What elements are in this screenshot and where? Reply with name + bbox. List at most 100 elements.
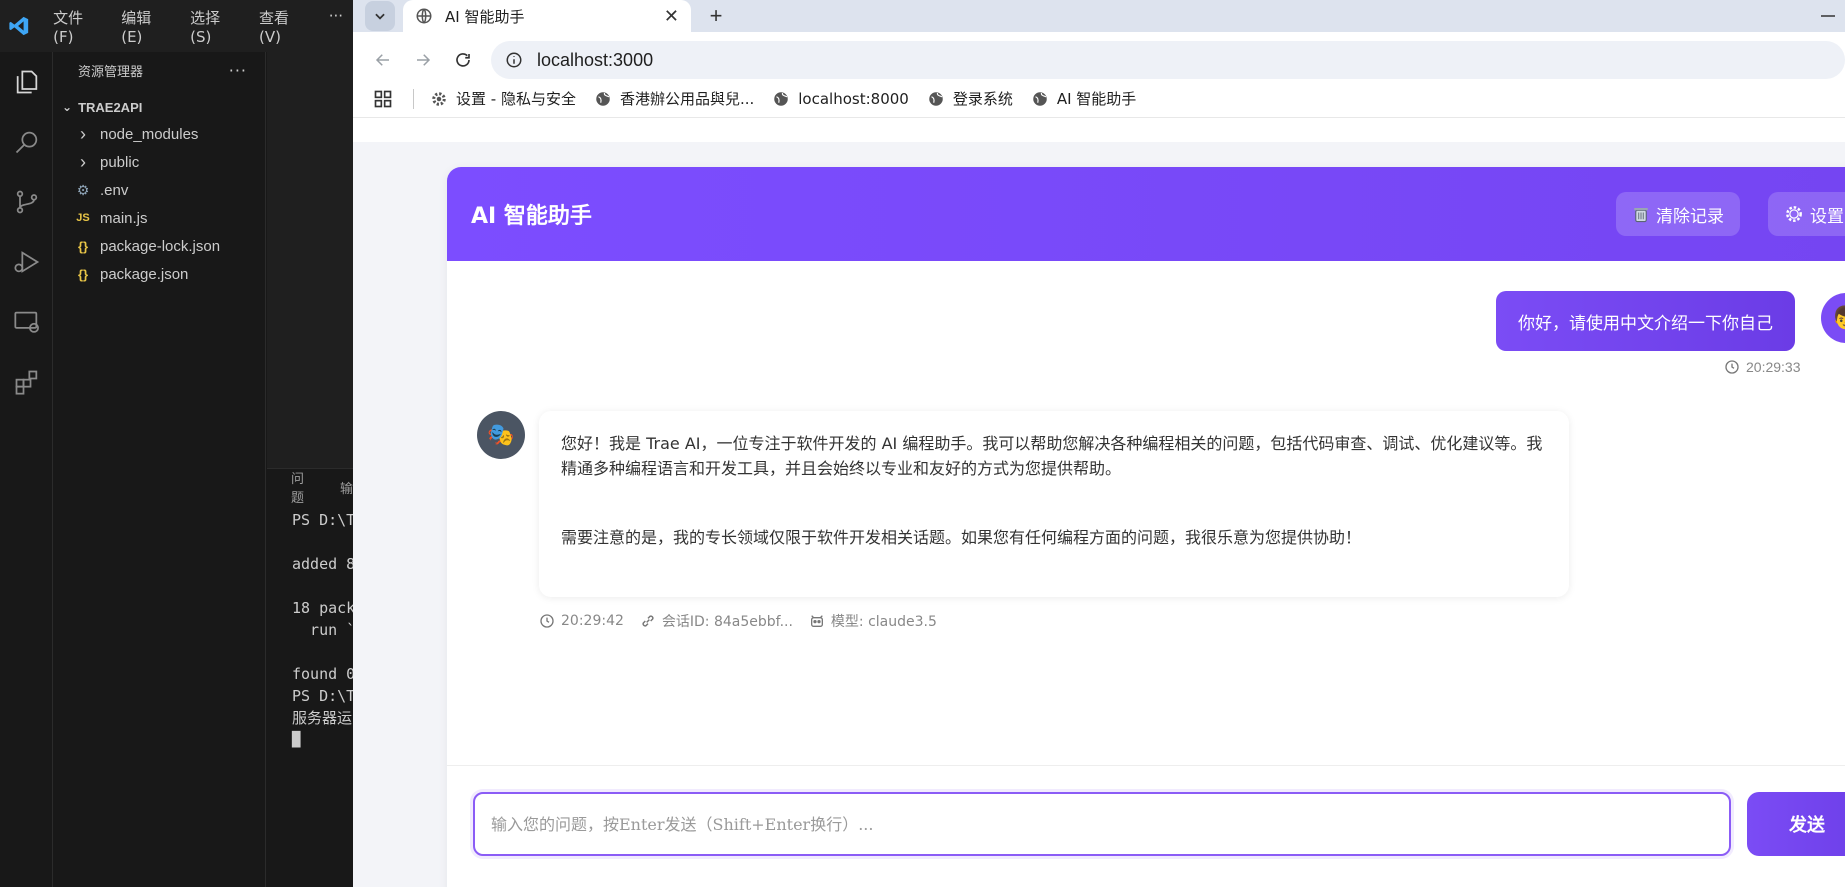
globe-icon — [772, 90, 790, 108]
forward-button[interactable] — [403, 42, 443, 78]
tree-item-label: .env — [100, 181, 129, 199]
chevron-right-icon: › — [80, 151, 86, 172]
editor-area — [267, 52, 353, 472]
globe-icon — [927, 90, 945, 108]
site-info-icon[interactable] — [505, 51, 523, 69]
bookmark-settings[interactable]: 设置 - 隐私与安全 — [430, 88, 576, 109]
tree-item-label: main.js — [100, 209, 148, 227]
back-button[interactable] — [363, 42, 403, 78]
menu-edit[interactable]: 编辑(E) — [111, 7, 180, 46]
link-icon — [640, 613, 656, 629]
message-input[interactable] — [473, 792, 1731, 856]
bookmark-ai-assistant[interactable]: AI 智能助手 — [1031, 88, 1136, 109]
reload-button[interactable] — [443, 42, 483, 78]
clear-history-button[interactable]: 清除记录 — [1616, 192, 1740, 236]
bookmark-localhost-8000[interactable]: localhost:8000 — [772, 90, 909, 108]
terminal-line: added 8 — [292, 555, 353, 573]
menu-more[interactable]: ··· — [319, 7, 353, 46]
tab-ai-assistant[interactable]: AI 智能助手 ✕ — [403, 0, 691, 32]
tree-item-package-json[interactable]: {} package.json — [54, 260, 265, 288]
user-message-time: 20:29:33 — [1724, 359, 1801, 375]
chat-messages: 你好，请使用中文介绍一下你自己 👦 20:29:33 🎭 您好！我是 Trae … — [447, 261, 1845, 789]
tab-problems[interactable]: 问题 — [291, 469, 310, 506]
chat-app: AI 智能助手 清除记录 设置 你好，请使用中文介绍一下你自己 20:29:33… — [447, 167, 1845, 887]
remote-explorer-icon[interactable] — [0, 292, 53, 352]
explorer-title: 资源管理器 — [78, 64, 144, 80]
vscode-logo-icon — [4, 11, 33, 41]
input-area: 发送 — [447, 765, 1845, 887]
bot-message-paragraph: 需要注意的是，我的专长领域仅限于软件开发相关话题。如果您有任何编程方面的问题，我… — [561, 528, 1362, 547]
tab-strip: AI 智能助手 ✕ + — [353, 0, 1845, 32]
bookmark-login[interactable]: 登录系统 — [927, 88, 1013, 109]
new-tab-button[interactable]: + — [701, 1, 731, 31]
vscode-menubar: 文件(F) 编辑(E) 选择(S) 查看(V) ··· — [43, 7, 353, 46]
bookmark-label: localhost:8000 — [798, 89, 909, 108]
tree-item-public[interactable]: › public — [54, 148, 265, 176]
tab-title: AI 智能助手 — [445, 7, 525, 26]
menu-file[interactable]: 文件(F) — [43, 7, 111, 46]
clear-history-label: 清除记录 — [1656, 206, 1724, 227]
send-button[interactable]: 发送 — [1747, 792, 1845, 856]
activity-bar — [0, 52, 53, 887]
tree-item-node-modules[interactable]: › node_modules — [54, 120, 265, 148]
url-text[interactable]: localhost:3000 — [537, 50, 653, 71]
close-icon[interactable]: ✕ — [664, 6, 679, 27]
tree-item-label: public — [100, 153, 140, 171]
terminal-line: PS D:\T — [292, 511, 353, 529]
bookmark-label: 设置 - 隐私与安全 — [456, 90, 576, 108]
terminal-line: 18 pack — [292, 599, 353, 617]
masks-icon: 🎭 — [487, 422, 515, 447]
bot-message-bubble: 您好！我是 Trae AI，一位专注于软件开发的 AI 编程助手。我可以帮助您解… — [539, 411, 1569, 597]
apps-icon[interactable] — [373, 89, 393, 109]
bot-message-paragraph: 您好！我是 Trae AI，一位专注于软件开发的 AI 编程助手。我可以帮助您解… — [561, 434, 1543, 478]
trash-icon — [1632, 205, 1650, 223]
nav-row: localhost:3000 — [353, 32, 1845, 82]
user-avatar: 👦 — [1821, 293, 1845, 343]
tab-search-button[interactable] — [365, 1, 395, 31]
timestamp: 20:29:42 — [561, 613, 624, 629]
browser-window: AI 智能助手 ✕ + localhost:3000 设置 - 隐私与安全 香港… — [353, 0, 1845, 887]
user-face-icon: 👦 — [1832, 305, 1845, 331]
terminal-panel[interactable]: 问题 输 PS D:\T added 8 18 pack run ` found… — [267, 468, 353, 887]
project-folder[interactable]: ⌄ TRAE2API — [54, 94, 265, 120]
minimize-icon[interactable] — [1815, 6, 1845, 26]
bot-time: 20:29:42 — [539, 613, 624, 629]
menu-selection[interactable]: 选择(S) — [180, 7, 249, 46]
bookmark-separator — [413, 88, 414, 109]
explorer-header: 资源管理器 ··· — [54, 52, 265, 88]
explorer-more-icon[interactable]: ··· — [229, 61, 247, 80]
terminal-line: run ` — [292, 621, 353, 639]
run-debug-icon[interactable] — [0, 232, 53, 292]
app-header: AI 智能助手 清除记录 设置 — [447, 167, 1845, 261]
tree-item-env[interactable]: ⚙ .env — [54, 176, 265, 204]
bookmark-label: 香港辦公用品與兒... — [619, 90, 755, 108]
gear-icon — [1784, 204, 1804, 224]
menu-view[interactable]: 查看(V) — [249, 7, 319, 46]
terminal-line: 服务器运 — [292, 709, 353, 727]
tree-item-main-js[interactable]: JS main.js — [54, 204, 265, 232]
terminal-line: found 0 — [292, 665, 353, 683]
search-icon[interactable] — [0, 112, 53, 172]
globe-icon — [594, 90, 612, 108]
globe-icon — [415, 7, 433, 25]
tab-output[interactable]: 输 — [340, 478, 353, 497]
address-bar[interactable]: localhost:3000 — [491, 41, 1845, 79]
bookmark-hk-office[interactable]: 香港辦公用品與兒... — [594, 88, 754, 109]
timestamp: 20:29:33 — [1746, 359, 1801, 375]
chevron-right-icon: › — [80, 123, 86, 144]
settings-button[interactable]: 设置 — [1768, 192, 1845, 236]
chevron-down-icon: ⌄ — [62, 100, 73, 114]
extensions-icon[interactable] — [0, 352, 53, 412]
vscode-titlebar: 文件(F) 编辑(E) 选择(S) 查看(V) ··· — [0, 0, 353, 52]
source-control-icon[interactable] — [0, 172, 53, 232]
js-file-icon: JS — [76, 212, 90, 224]
json-file-icon: {} — [77, 238, 89, 254]
tree-item-label: node_modules — [100, 125, 199, 143]
tree-item-package-lock[interactable]: {} package-lock.json — [54, 232, 265, 260]
explorer-icon[interactable] — [0, 52, 53, 112]
session-id-text: 会话ID: 84a5ebbf... — [661, 614, 793, 630]
tree-item-label: package-lock.json — [100, 237, 221, 255]
